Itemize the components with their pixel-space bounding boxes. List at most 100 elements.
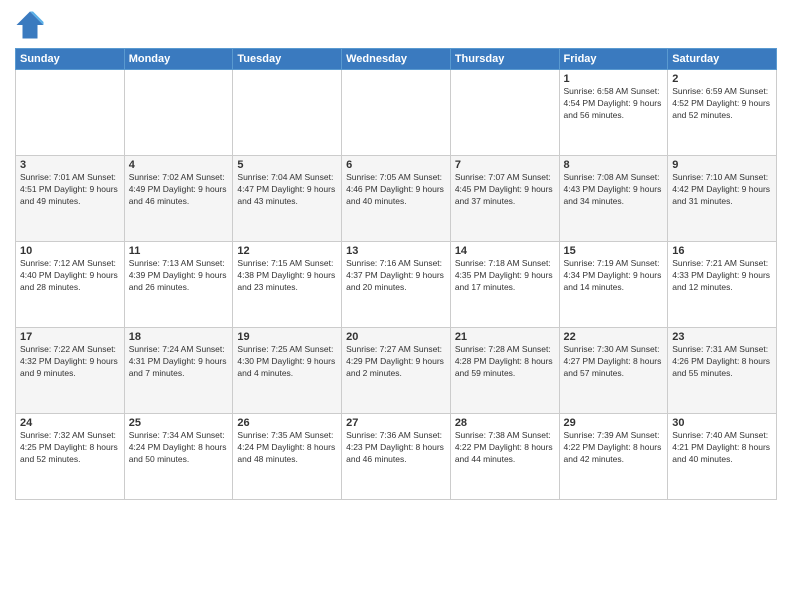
calendar-cell: 16Sunrise: 7:21 AM Sunset: 4:33 PM Dayli… xyxy=(668,242,777,328)
day-number: 12 xyxy=(237,245,337,257)
day-info: Sunrise: 7:02 AM Sunset: 4:49 PM Dayligh… xyxy=(129,172,229,208)
day-info: Sunrise: 7:30 AM Sunset: 4:27 PM Dayligh… xyxy=(564,344,664,380)
day-number: 19 xyxy=(237,331,337,343)
calendar-cell: 11Sunrise: 7:13 AM Sunset: 4:39 PM Dayli… xyxy=(124,242,233,328)
calendar-cell: 22Sunrise: 7:30 AM Sunset: 4:27 PM Dayli… xyxy=(559,328,668,414)
day-number: 17 xyxy=(20,331,120,343)
calendar-cell: 5Sunrise: 7:04 AM Sunset: 4:47 PM Daylig… xyxy=(233,156,342,242)
day-info: Sunrise: 7:07 AM Sunset: 4:45 PM Dayligh… xyxy=(455,172,555,208)
weekday-header-wednesday: Wednesday xyxy=(342,49,451,70)
calendar-cell: 12Sunrise: 7:15 AM Sunset: 4:38 PM Dayli… xyxy=(233,242,342,328)
day-info: Sunrise: 7:08 AM Sunset: 4:43 PM Dayligh… xyxy=(564,172,664,208)
week-row-4: 17Sunrise: 7:22 AM Sunset: 4:32 PM Dayli… xyxy=(16,328,777,414)
week-row-1: 1Sunrise: 6:58 AM Sunset: 4:54 PM Daylig… xyxy=(16,70,777,156)
day-number: 13 xyxy=(346,245,446,257)
calendar-cell xyxy=(124,70,233,156)
calendar-cell: 14Sunrise: 7:18 AM Sunset: 4:35 PM Dayli… xyxy=(450,242,559,328)
day-info: Sunrise: 7:15 AM Sunset: 4:38 PM Dayligh… xyxy=(237,258,337,294)
weekday-header-tuesday: Tuesday xyxy=(233,49,342,70)
day-number: 30 xyxy=(672,417,772,429)
day-number: 29 xyxy=(564,417,664,429)
calendar-cell: 25Sunrise: 7:34 AM Sunset: 4:24 PM Dayli… xyxy=(124,414,233,500)
logo-icon xyxy=(15,10,45,40)
day-number: 7 xyxy=(455,159,555,171)
day-info: Sunrise: 7:28 AM Sunset: 4:28 PM Dayligh… xyxy=(455,344,555,380)
calendar-cell xyxy=(342,70,451,156)
day-number: 3 xyxy=(20,159,120,171)
day-info: Sunrise: 7:40 AM Sunset: 4:21 PM Dayligh… xyxy=(672,430,772,466)
day-info: Sunrise: 7:18 AM Sunset: 4:35 PM Dayligh… xyxy=(455,258,555,294)
calendar-cell: 7Sunrise: 7:07 AM Sunset: 4:45 PM Daylig… xyxy=(450,156,559,242)
day-number: 18 xyxy=(129,331,229,343)
calendar-cell: 9Sunrise: 7:10 AM Sunset: 4:42 PM Daylig… xyxy=(668,156,777,242)
day-info: Sunrise: 7:19 AM Sunset: 4:34 PM Dayligh… xyxy=(564,258,664,294)
day-number: 20 xyxy=(346,331,446,343)
day-info: Sunrise: 7:24 AM Sunset: 4:31 PM Dayligh… xyxy=(129,344,229,380)
day-number: 28 xyxy=(455,417,555,429)
day-info: Sunrise: 7:39 AM Sunset: 4:22 PM Dayligh… xyxy=(564,430,664,466)
day-info: Sunrise: 7:36 AM Sunset: 4:23 PM Dayligh… xyxy=(346,430,446,466)
weekday-header-row: SundayMondayTuesdayWednesdayThursdayFrid… xyxy=(16,49,777,70)
calendar-cell: 21Sunrise: 7:28 AM Sunset: 4:28 PM Dayli… xyxy=(450,328,559,414)
day-info: Sunrise: 7:04 AM Sunset: 4:47 PM Dayligh… xyxy=(237,172,337,208)
calendar-cell: 26Sunrise: 7:35 AM Sunset: 4:24 PM Dayli… xyxy=(233,414,342,500)
day-info: Sunrise: 7:01 AM Sunset: 4:51 PM Dayligh… xyxy=(20,172,120,208)
day-number: 23 xyxy=(672,331,772,343)
day-number: 4 xyxy=(129,159,229,171)
calendar-cell: 1Sunrise: 6:58 AM Sunset: 4:54 PM Daylig… xyxy=(559,70,668,156)
day-number: 16 xyxy=(672,245,772,257)
weekday-header-monday: Monday xyxy=(124,49,233,70)
day-number: 10 xyxy=(20,245,120,257)
calendar-cell: 6Sunrise: 7:05 AM Sunset: 4:46 PM Daylig… xyxy=(342,156,451,242)
day-info: Sunrise: 7:05 AM Sunset: 4:46 PM Dayligh… xyxy=(346,172,446,208)
week-row-5: 24Sunrise: 7:32 AM Sunset: 4:25 PM Dayli… xyxy=(16,414,777,500)
calendar-cell xyxy=(233,70,342,156)
day-info: Sunrise: 6:59 AM Sunset: 4:52 PM Dayligh… xyxy=(672,86,772,122)
day-info: Sunrise: 7:25 AM Sunset: 4:30 PM Dayligh… xyxy=(237,344,337,380)
day-info: Sunrise: 6:58 AM Sunset: 4:54 PM Dayligh… xyxy=(564,86,664,122)
day-info: Sunrise: 7:10 AM Sunset: 4:42 PM Dayligh… xyxy=(672,172,772,208)
calendar-cell: 15Sunrise: 7:19 AM Sunset: 4:34 PM Dayli… xyxy=(559,242,668,328)
calendar-cell: 3Sunrise: 7:01 AM Sunset: 4:51 PM Daylig… xyxy=(16,156,125,242)
day-number: 15 xyxy=(564,245,664,257)
calendar-cell: 20Sunrise: 7:27 AM Sunset: 4:29 PM Dayli… xyxy=(342,328,451,414)
day-info: Sunrise: 7:22 AM Sunset: 4:32 PM Dayligh… xyxy=(20,344,120,380)
day-info: Sunrise: 7:27 AM Sunset: 4:29 PM Dayligh… xyxy=(346,344,446,380)
weekday-header-saturday: Saturday xyxy=(668,49,777,70)
calendar-cell: 8Sunrise: 7:08 AM Sunset: 4:43 PM Daylig… xyxy=(559,156,668,242)
calendar-cell: 13Sunrise: 7:16 AM Sunset: 4:37 PM Dayli… xyxy=(342,242,451,328)
calendar-cell xyxy=(450,70,559,156)
calendar-cell: 27Sunrise: 7:36 AM Sunset: 4:23 PM Dayli… xyxy=(342,414,451,500)
day-number: 21 xyxy=(455,331,555,343)
day-number: 9 xyxy=(672,159,772,171)
calendar-cell: 30Sunrise: 7:40 AM Sunset: 4:21 PM Dayli… xyxy=(668,414,777,500)
day-number: 14 xyxy=(455,245,555,257)
weekday-header-sunday: Sunday xyxy=(16,49,125,70)
day-number: 5 xyxy=(237,159,337,171)
day-number: 25 xyxy=(129,417,229,429)
day-info: Sunrise: 7:16 AM Sunset: 4:37 PM Dayligh… xyxy=(346,258,446,294)
day-info: Sunrise: 7:21 AM Sunset: 4:33 PM Dayligh… xyxy=(672,258,772,294)
day-info: Sunrise: 7:34 AM Sunset: 4:24 PM Dayligh… xyxy=(129,430,229,466)
day-info: Sunrise: 7:32 AM Sunset: 4:25 PM Dayligh… xyxy=(20,430,120,466)
day-number: 6 xyxy=(346,159,446,171)
calendar-cell: 4Sunrise: 7:02 AM Sunset: 4:49 PM Daylig… xyxy=(124,156,233,242)
day-number: 8 xyxy=(564,159,664,171)
day-info: Sunrise: 7:31 AM Sunset: 4:26 PM Dayligh… xyxy=(672,344,772,380)
day-info: Sunrise: 7:13 AM Sunset: 4:39 PM Dayligh… xyxy=(129,258,229,294)
calendar-cell: 24Sunrise: 7:32 AM Sunset: 4:25 PM Dayli… xyxy=(16,414,125,500)
day-number: 2 xyxy=(672,73,772,85)
calendar-cell: 29Sunrise: 7:39 AM Sunset: 4:22 PM Dayli… xyxy=(559,414,668,500)
logo xyxy=(15,10,49,40)
calendar: SundayMondayTuesdayWednesdayThursdayFrid… xyxy=(15,48,777,500)
calendar-body: 1Sunrise: 6:58 AM Sunset: 4:54 PM Daylig… xyxy=(16,70,777,500)
day-number: 1 xyxy=(564,73,664,85)
calendar-cell: 10Sunrise: 7:12 AM Sunset: 4:40 PM Dayli… xyxy=(16,242,125,328)
day-number: 22 xyxy=(564,331,664,343)
day-number: 27 xyxy=(346,417,446,429)
page: SundayMondayTuesdayWednesdayThursdayFrid… xyxy=(0,0,792,612)
header xyxy=(15,10,777,40)
calendar-cell: 19Sunrise: 7:25 AM Sunset: 4:30 PM Dayli… xyxy=(233,328,342,414)
day-info: Sunrise: 7:35 AM Sunset: 4:24 PM Dayligh… xyxy=(237,430,337,466)
calendar-cell: 18Sunrise: 7:24 AM Sunset: 4:31 PM Dayli… xyxy=(124,328,233,414)
